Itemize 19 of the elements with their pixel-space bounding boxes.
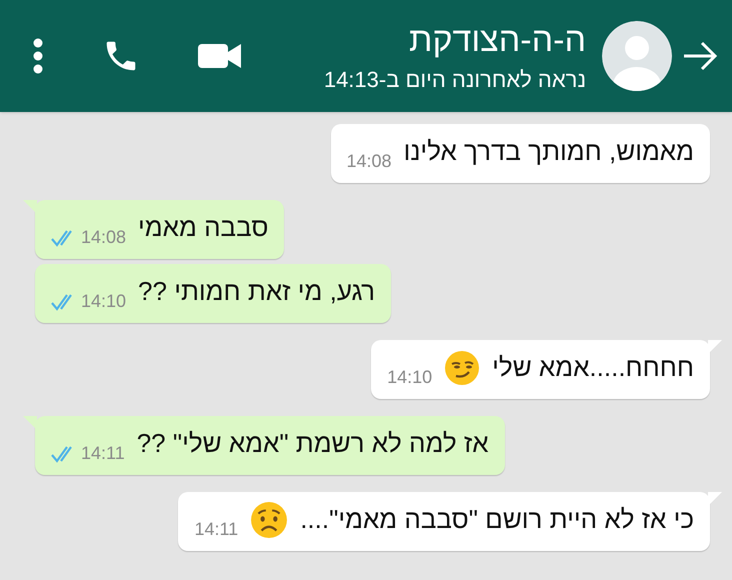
message-time: 14:10 <box>387 366 432 389</box>
worried-face-icon <box>250 500 288 538</box>
message-text: אז למה לא רשמת "אמא שלי" ?? <box>136 427 489 460</box>
video-call-icon[interactable] <box>198 41 242 71</box>
contact-name[interactable]: ה-ה-הצודקת <box>324 19 586 62</box>
message-time: 14:08 <box>346 150 392 173</box>
smirking-face-icon <box>444 350 480 386</box>
message-time: 14:08 <box>81 226 126 249</box>
message-text: סבבה מאמי <box>138 211 268 244</box>
message-text: חחחח.....אמא שלי <box>492 351 694 384</box>
last-seen-status: נראה לאחרונה היום ב-14:13 <box>324 66 586 93</box>
message-time: 14:11 <box>81 442 125 465</box>
message-text: כי אז לא היית רושם "סבבה מאמי".... <box>300 503 694 536</box>
message-time: 14:10 <box>81 290 126 313</box>
message-time: 14:11 <box>194 518 238 541</box>
message-text: מאמוש, חמותך בדרך אלינו <box>404 135 694 168</box>
message-text: רגע, מי זאת חמותי ?? <box>138 275 376 308</box>
avatar-icon[interactable] <box>602 21 672 91</box>
menu-icon[interactable] <box>32 37 44 75</box>
